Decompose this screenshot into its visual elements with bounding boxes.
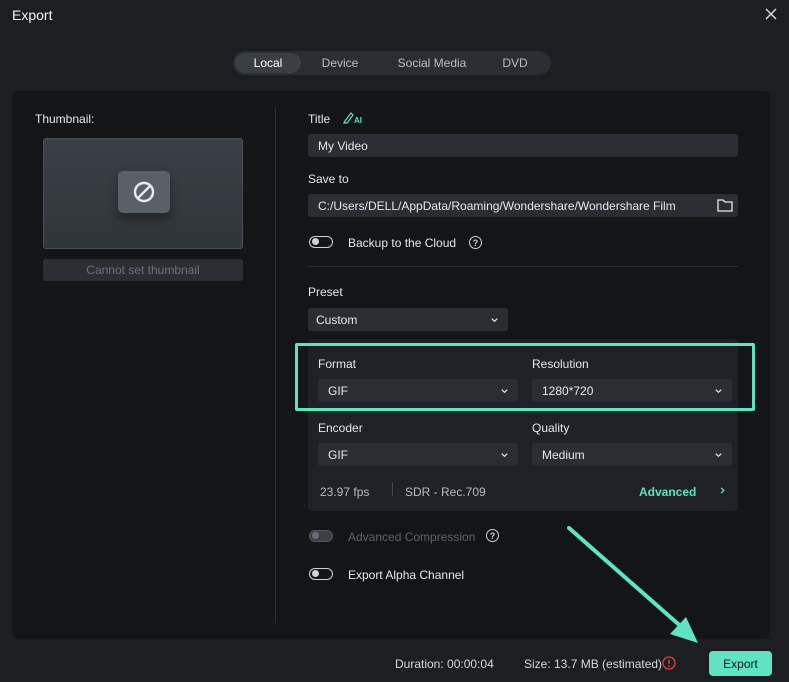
resolution-select[interactable]: 1280*720 [532,379,732,402]
encoder-label: Encoder [318,421,363,435]
title-input[interactable]: My Video [308,134,738,157]
resolution-label: Resolution [532,357,589,371]
advanced-settings-link[interactable]: Advanced [639,485,696,499]
preset-value: Custom [316,312,358,327]
set-thumbnail-button: Cannot set thumbnail [43,259,243,281]
title-value: My Video [318,138,368,153]
backup-cloud-toggle[interactable] [309,236,333,248]
thumbnail-label: Thumbnail: [35,112,95,126]
chevron-down-icon [501,388,508,393]
window-title: Export [12,7,53,23]
help-icon[interactable]: ? [469,236,482,249]
svg-text:AI: AI [354,116,362,124]
format-label: Format [318,357,357,371]
advanced-compression-label: Advanced Compression [348,530,476,544]
format-value: GIF [328,383,348,398]
export-settings-panel: Thumbnail: Cannot set thumbnail Title AI… [12,91,770,639]
column-divider [275,107,276,623]
chevron-down-icon [491,317,498,322]
backup-cloud-label: Backup to the Cloud [348,236,457,250]
help-icon[interactable]: ? [486,529,499,542]
title-label: Title [308,112,331,126]
advanced-compression-toggle [309,530,333,542]
ai-pen-icon[interactable]: AI [343,110,363,124]
format-settings-box: Format GIF Resolution 1280*720 Encoder G… [308,339,738,511]
alpha-channel-toggle[interactable] [309,568,333,580]
color-space-text: SDR - Rec.709 [405,485,486,499]
chevron-down-icon [715,452,722,457]
preset-select[interactable]: Custom [308,308,508,331]
encoder-value: GIF [328,447,348,462]
tab-device[interactable]: Device [301,53,379,73]
export-button[interactable]: Export [709,651,772,676]
chevron-down-icon [501,452,508,457]
tab-social-media[interactable]: Social Media [379,53,485,73]
quality-value: Medium [542,447,585,462]
tab-local[interactable]: Local [235,53,301,73]
close-icon[interactable] [763,6,779,22]
encoder-select[interactable]: GIF [318,443,518,466]
chevron-down-icon [715,388,722,393]
export-tabs: Local Device Social Media DVD [233,51,551,75]
duration-text: Duration: 00:00:04 [395,657,494,671]
folder-icon[interactable] [717,198,733,212]
no-thumbnail-icon [118,171,170,213]
resolution-value: 1280*720 [542,383,594,398]
alpha-channel-label: Export Alpha Channel [348,568,465,582]
save-path-value: C:/Users/DELL/AppData/Roaming/Wondershar… [318,198,676,213]
title-bar: Export [0,0,789,30]
section-divider [308,266,738,267]
preset-label: Preset [308,285,343,299]
tab-dvd[interactable]: DVD [485,53,545,73]
format-select[interactable]: GIF [318,379,518,402]
quality-select[interactable]: Medium [532,443,732,466]
fps-text: 23.97 fps [320,485,370,499]
info-divider [392,482,393,496]
warning-icon[interactable] [662,656,676,670]
save-to-label: Save to [308,172,349,186]
quality-label: Quality [532,421,570,435]
save-path-input[interactable]: C:/Users/DELL/AppData/Roaming/Wondershar… [308,194,738,217]
chevron-right-icon[interactable] [718,486,727,495]
size-text: Size: 13.7 MB (estimated) [524,657,663,671]
thumbnail-preview [43,138,243,249]
